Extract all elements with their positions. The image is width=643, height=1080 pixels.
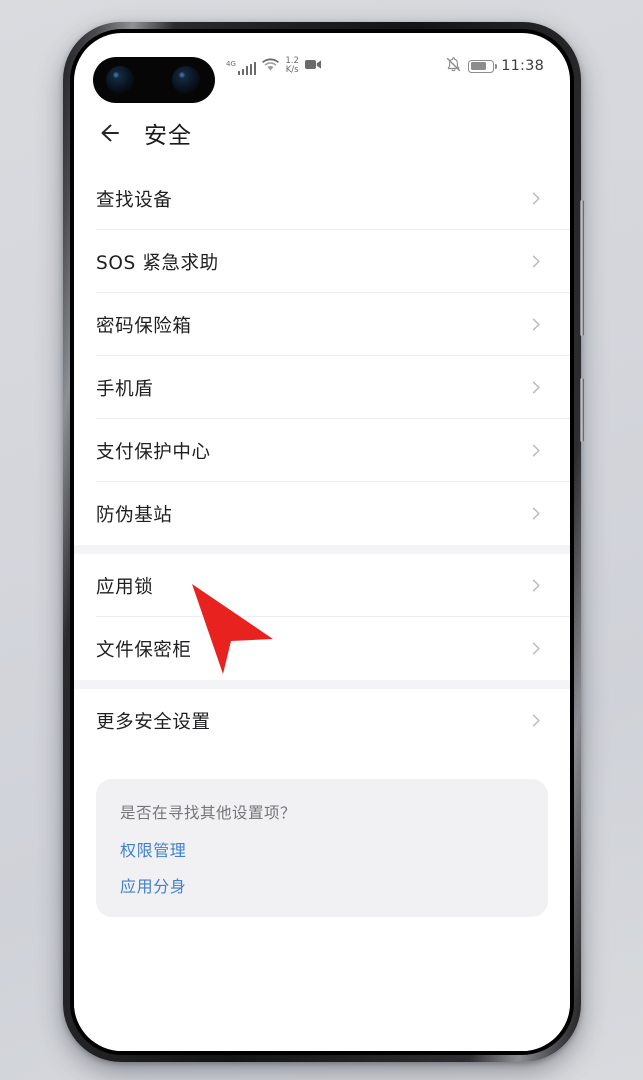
chevron-right-icon	[529, 506, 544, 521]
status-bar-left-group: 4G 1.2 K/s	[226, 57, 322, 75]
list-item-label: 查找设备	[96, 189, 173, 211]
chevron-right-icon	[529, 713, 544, 728]
volume-button[interactable]	[580, 200, 584, 336]
settings-group: 应用锁 文件保密柜	[74, 554, 570, 680]
signal-bars-icon	[237, 62, 257, 75]
battery-icon	[468, 59, 497, 73]
chevron-right-icon	[529, 380, 544, 395]
status-time: 11:38	[501, 58, 544, 74]
list-item-label: 更多安全设置	[96, 711, 211, 733]
chevron-right-icon	[529, 443, 544, 458]
list-item-label: 应用锁	[96, 576, 154, 598]
suggestion-link-permissions[interactable]: 权限管理	[120, 837, 524, 861]
back-arrow-icon[interactable]	[96, 120, 122, 146]
suggestion-card-title: 是否在寻找其他设置项？	[120, 804, 297, 822]
group-separator	[74, 680, 570, 689]
camera-lens-left-icon	[106, 66, 134, 94]
chevron-right-icon	[529, 317, 544, 332]
list-item-label: SOS 紧急求助	[96, 252, 219, 274]
list-item-label: 防伪基站	[96, 504, 173, 526]
wifi-icon	[262, 58, 280, 75]
chevron-right-icon	[529, 191, 544, 206]
list-item[interactable]: 文件保密柜	[74, 617, 570, 680]
data-speed-indicator: 1.2 K/s	[285, 57, 299, 75]
settings-list[interactable]: 查找设备 SOS 紧急求助 密码保险箱 手机盾 支付保护中心 防伪基站 应用锁 …	[74, 167, 570, 1051]
suggestion-link-app-twin[interactable]: 应用分身	[120, 873, 524, 897]
camera-lens-right-icon	[172, 66, 200, 94]
data-speed-unit: K/s	[285, 65, 299, 75]
bell-mute-icon	[446, 56, 461, 76]
list-item-label: 密码保险箱	[96, 315, 192, 337]
app-header: 安全	[74, 99, 570, 167]
list-item[interactable]: 支付保护中心	[74, 419, 570, 482]
page-title: 安全	[144, 123, 192, 149]
list-item[interactable]: 应用锁	[74, 554, 570, 617]
list-item-label: 文件保密柜	[96, 639, 192, 661]
list-item-label: 支付保护中心	[96, 441, 211, 463]
chevron-right-icon	[529, 578, 544, 593]
list-item[interactable]: SOS 紧急求助	[74, 230, 570, 293]
network-type-label: 4G	[226, 60, 236, 68]
group-separator	[74, 545, 570, 554]
list-item[interactable]: 更多安全设置	[74, 689, 570, 752]
front-camera-cutout	[93, 57, 215, 103]
list-item[interactable]: 密码保险箱	[74, 293, 570, 356]
list-item[interactable]: 手机盾	[74, 356, 570, 419]
chevron-right-icon	[529, 254, 544, 269]
list-item[interactable]: 查找设备	[74, 167, 570, 230]
power-button[interactable]	[580, 378, 584, 442]
video-recording-icon	[304, 59, 322, 74]
suggestion-card: 是否在寻找其他设置项？ 权限管理 应用分身	[96, 779, 548, 917]
phone-device-frame: 4G 1.2 K/s 11:38 安全 查找设备 SOS 紧急求助 密码保险箱 …	[63, 22, 584, 1062]
phone-screen: 4G 1.2 K/s 11:38 安全 查找设备 SOS 紧急求助 密码保险箱 …	[74, 33, 570, 1051]
settings-group: 查找设备 SOS 紧急求助 密码保险箱 手机盾 支付保护中心 防伪基站	[74, 167, 570, 545]
status-bar-right-group: 11:38	[446, 56, 544, 76]
list-item[interactable]: 防伪基站	[74, 482, 570, 545]
chevron-right-icon	[529, 641, 544, 656]
list-item-label: 手机盾	[96, 378, 154, 400]
settings-group: 更多安全设置	[74, 689, 570, 752]
